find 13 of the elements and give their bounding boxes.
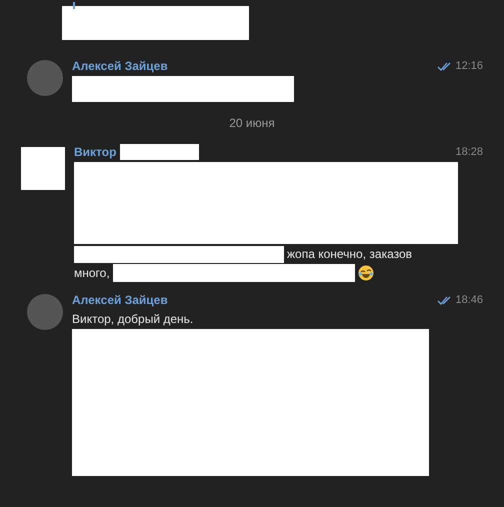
avatar[interactable] xyxy=(27,294,63,330)
laughing-emoji-icon xyxy=(358,265,374,281)
message-time: 12:16 xyxy=(455,60,483,72)
sender-name[interactable]: Алексей Зайцев xyxy=(72,59,168,73)
message-text: много, xyxy=(74,266,110,280)
avatar[interactable] xyxy=(27,60,63,96)
date-separator: 20 июня xyxy=(229,116,275,130)
sender-name[interactable]: Алексей Зайцев xyxy=(72,293,168,307)
message-text: жопа конечно, заказов xyxy=(287,247,412,261)
sender-name[interactable]: Виктор xyxy=(74,145,116,159)
message-time: 18:28 xyxy=(455,146,483,158)
message-text: Виктор, добрый день. xyxy=(72,312,194,326)
message-time: 18:46 xyxy=(455,294,483,306)
